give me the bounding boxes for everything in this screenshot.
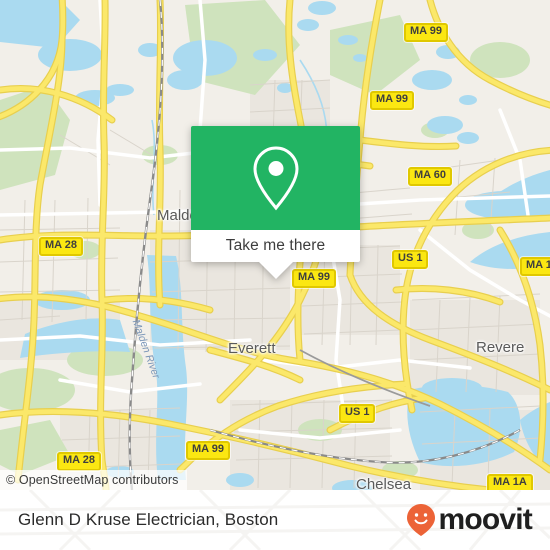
screenshot-root: Malden Everett Revere Chelsea Malden Riv… [0,0,550,550]
moovit-smiley-pin-icon [407,504,436,536]
map-pin-icon [252,146,299,211]
road-shield-us1-south: US 1 [339,404,376,423]
place-label-everett: Everett [228,340,276,357]
callout-icon-area [191,126,360,230]
road-shield-ma1a: MA 1A [487,474,533,490]
callout-pointer [258,262,293,279]
road-shield-ma99-mid: MA 99 [292,269,336,288]
road-shield-us1-east: US 1 [392,250,429,269]
road-shield-ma28-west: MA 28 [39,237,83,256]
page-title: Glenn D Kruse Electrician, Boston [18,510,279,529]
road-shield-ma99-upper: MA 99 [370,91,414,110]
take-me-there-label: Take me there [225,237,326,254]
moovit-brand[interactable]: moovit [406,503,533,537]
road-shield-ma107: MA 107 [520,257,550,276]
take-me-there-callout[interactable]: Take me there [191,126,360,279]
road-shield-ma60: MA 60 [408,167,452,186]
osm-attribution[interactable]: © OpenStreetMap contributors [0,470,187,490]
road-shield-ma28-south: MA 28 [57,452,101,471]
road-shield-ma99-south: MA 99 [186,441,230,460]
place-label-revere: Revere [476,339,525,356]
footer-bar: Glenn D Kruse Electrician, Boston moovit [0,490,550,550]
moovit-wordmark: moovit [438,503,532,536]
road-shield-ma99-north: MA 99 [404,23,448,42]
place-label-chelsea: Chelsea [356,476,412,490]
callout-action-area[interactable]: Take me there [191,230,360,279]
